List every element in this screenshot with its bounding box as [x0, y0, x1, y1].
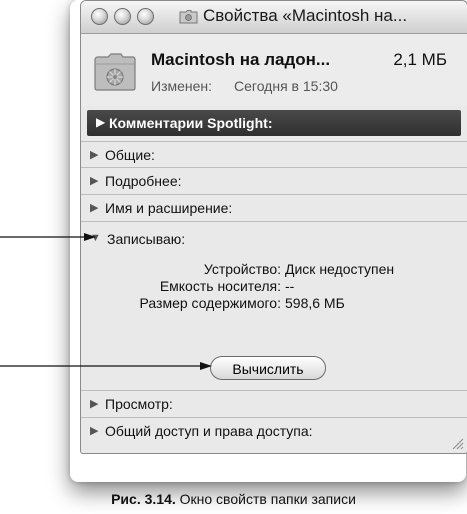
resize-grip-icon[interactable]: [450, 436, 464, 450]
section-label: Общие:: [105, 147, 155, 163]
triangle-right-icon[interactable]: ▶: [90, 397, 98, 410]
zoom-button[interactable]: [137, 8, 154, 25]
section-label: Подробнее:: [105, 173, 182, 189]
caption-text: Окно свойств папки записи: [175, 491, 356, 507]
pointer-arrow: [0, 233, 96, 241]
section-sharing-permissions[interactable]: ▶ Общий доступ и права доступа:: [81, 417, 467, 444]
section-label: Просмотр:: [105, 396, 173, 412]
pointer-arrow: [0, 362, 212, 370]
section-general[interactable]: ▶ Общие:: [81, 141, 467, 168]
folder-icon: [179, 10, 198, 24]
device-label: Устройство:: [203, 261, 281, 277]
figure-caption: Рис. 3.14. Окно свойств папки записи: [0, 491, 467, 507]
content-size-label: Размер содержимого:: [139, 295, 281, 311]
modified-label: Изменен:: [151, 78, 213, 94]
section-label[interactable]: Записываю:: [107, 231, 185, 247]
content-size-value: 598,6 МБ: [285, 295, 345, 311]
section-more-info[interactable]: ▶ Подробнее:: [81, 167, 467, 194]
caption-label: Рис. 3.14.: [111, 491, 176, 507]
window-title: Свойства «Macintosh на...: [203, 6, 408, 25]
section-label: Комментарии Spotlight:: [109, 115, 273, 131]
item-header: Macintosh на ладон... 2,1 МБ Изменен: Се…: [81, 34, 467, 106]
device-value: Диск недоступен: [285, 261, 395, 277]
section-label: Общий доступ и права доступа:: [105, 423, 313, 439]
calculate-button[interactable]: Вычислить: [210, 356, 326, 380]
section-preview[interactable]: ▶ Просмотр:: [81, 390, 467, 417]
section-label: Имя и расширение:: [105, 200, 233, 216]
triangle-right-icon[interactable]: ▶: [90, 174, 98, 187]
minimize-button[interactable]: [114, 8, 131, 25]
media-capacity-value: --: [285, 278, 295, 294]
section-spotlight-comments[interactable]: ▶ Комментарии Spotlight:: [87, 110, 461, 136]
triangle-right-icon[interactable]: ▶: [90, 148, 98, 161]
modified-value: Сегодня в 15:30: [234, 78, 338, 94]
triangle-right-icon[interactable]: ▶: [90, 201, 98, 214]
media-capacity-label: Емкость носителя:: [159, 278, 281, 294]
item-name: Macintosh на ладон...: [151, 50, 331, 69]
triangle-right-icon[interactable]: ▶: [90, 424, 98, 437]
burn-folder-icon: [94, 53, 136, 91]
triangle-right-icon[interactable]: ▶: [96, 115, 105, 129]
item-size: 2,1 МБ: [393, 50, 447, 69]
info-window: Свойства «Macintosh на... Macintosh на л…: [80, 0, 467, 454]
title-bar[interactable]: Свойства «Macintosh на...: [81, 1, 467, 34]
close-button[interactable]: [91, 8, 108, 25]
section-name-extension[interactable]: ▶ Имя и расширение:: [81, 194, 467, 221]
